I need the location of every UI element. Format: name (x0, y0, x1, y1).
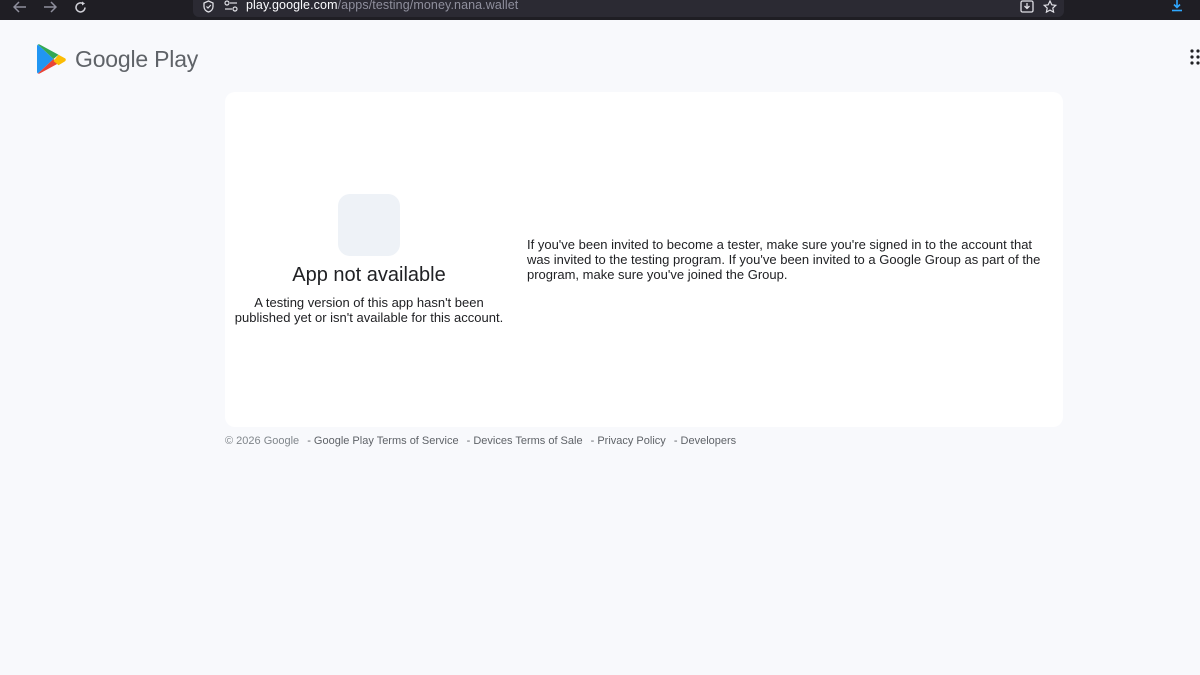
install-page-icon[interactable] (1020, 0, 1034, 13)
footer-separator: - (307, 435, 311, 447)
footer-link-terms-of-service[interactable]: Google Play Terms of Service (314, 435, 459, 447)
footer-separator: - (590, 435, 595, 447)
footer-link-developers[interactable]: Developers (681, 435, 737, 447)
permissions-icon[interactable] (224, 0, 238, 12)
arrow-right-icon (44, 1, 57, 13)
arrow-left-icon (13, 1, 26, 13)
tester-instructions: If you've been invited to become a teste… (527, 237, 1041, 282)
footer-link-devices-terms[interactable]: Devices Terms of Sale (473, 435, 582, 447)
reload-icon (74, 1, 86, 13)
brand-name: Google Play (75, 45, 199, 72)
page-title: App not available (292, 264, 446, 286)
footer-separator: - (673, 435, 678, 447)
url-path: /apps/testing/money.nana.wallet (337, 0, 519, 12)
copyright: © 2026 Google (225, 435, 300, 447)
apps-grid-icon[interactable] (1190, 49, 1200, 65)
google-play-logo[interactable]: Google Play (37, 43, 198, 75)
app-icon-placeholder (338, 194, 400, 256)
downloads-icon[interactable] (1170, 0, 1184, 12)
address-bar[interactable]: play.google.com/apps/testing/money.nana.… (193, 0, 1064, 17)
url-host: play.google.com (246, 0, 338, 12)
play-triangle-icon (37, 44, 66, 74)
url-text[interactable]: play.google.com/apps/testing/money.nana.… (246, 0, 518, 12)
footer-link-privacy-policy[interactable]: Privacy Policy (597, 435, 665, 447)
app-unavailable-card: App not available A testing version of t… (225, 92, 1063, 427)
browser-toolbar: play.google.com/apps/testing/money.nana.… (0, 0, 1200, 20)
footer-separator: - (466, 435, 471, 447)
footer: © 2026 Google - Google Play Terms of Serv… (225, 435, 736, 447)
reload-button[interactable] (70, 0, 90, 14)
back-button[interactable] (10, 0, 30, 14)
bookmark-star-icon[interactable] (1043, 0, 1057, 13)
forward-button[interactable] (40, 0, 60, 14)
shield-icon[interactable] (202, 0, 215, 13)
unavailable-message: A testing version of this app hasn't bee… (234, 295, 504, 325)
